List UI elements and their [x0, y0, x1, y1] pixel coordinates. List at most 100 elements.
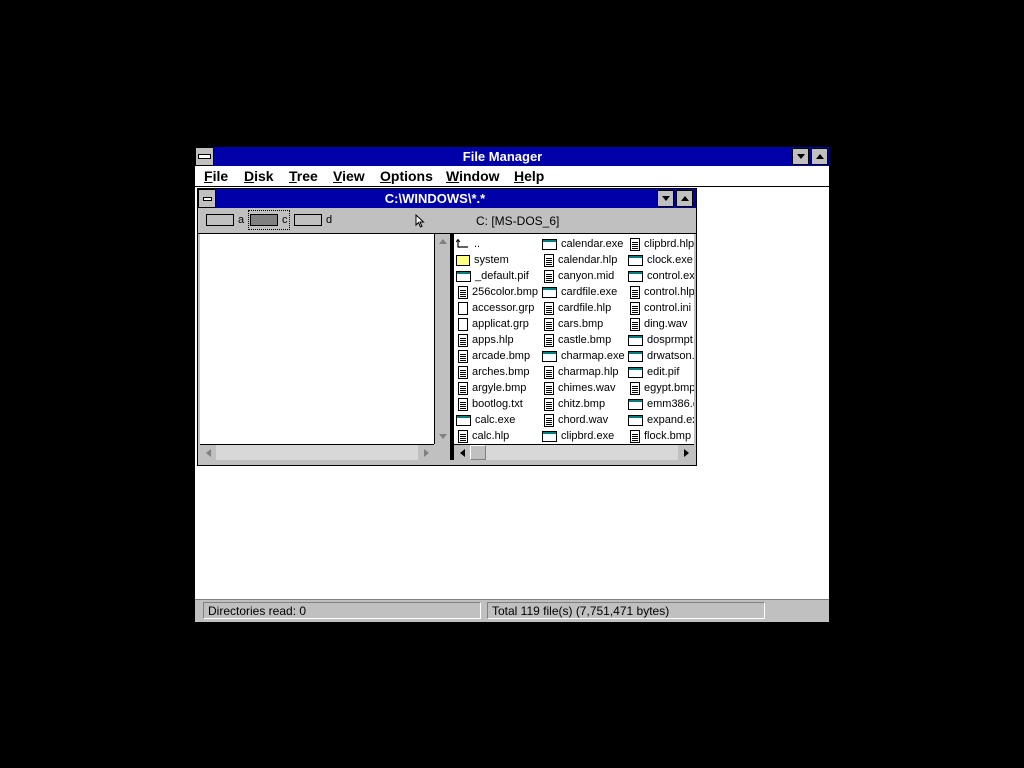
drive-letter: d	[326, 214, 333, 226]
file-name: 256color.bmp	[472, 286, 539, 298]
file-list-item[interactable]: calc.hlp	[456, 428, 509, 444]
menu-disk[interactable]: Disk	[244, 166, 274, 186]
file-list-item[interactable]: cardfile.hlp	[542, 300, 611, 316]
drive-bar: a c d C: [MS-DOS_6]	[198, 209, 696, 234]
tree-scroll-left-button[interactable]	[200, 445, 216, 460]
program-file-icon	[628, 414, 643, 426]
maximize-button[interactable]	[811, 148, 828, 165]
file-list-item[interactable]: canyon.mid	[542, 268, 614, 284]
document-file-icon	[458, 381, 468, 395]
files-scroll-left-button[interactable]	[454, 445, 470, 460]
file-list-item[interactable]: castle.bmp	[542, 332, 611, 348]
minimize-arrow-icon	[796, 154, 805, 159]
file-list-item[interactable]: chord.wav	[542, 412, 608, 428]
file-list-item[interactable]: charmap.hlp	[542, 364, 619, 380]
file-list-item[interactable]: arches.bmp	[456, 364, 529, 380]
file-list-item[interactable]: cars.bmp	[542, 316, 603, 332]
file-list-item[interactable]: cardfile.exe	[542, 284, 617, 300]
file-manager-window: File Manager File Disk Tree View Options…	[194, 146, 830, 622]
document-file-icon	[630, 285, 640, 299]
file-list-item[interactable]: calendar.exe	[542, 236, 623, 252]
file-list-item[interactable]: ..	[455, 236, 480, 252]
file-list-item[interactable]: bootlog.txt	[456, 396, 523, 412]
document-file-icon	[544, 381, 554, 395]
file-list-item[interactable]: egypt.bmp	[628, 380, 694, 396]
tree-scroll-up-button[interactable]	[435, 234, 451, 249]
file-list-item[interactable]: clipbrd.exe	[542, 428, 614, 444]
document-file-icon	[458, 285, 468, 299]
file-list-item[interactable]: dosprmpt.	[628, 332, 694, 348]
tree-horizontal-scrollbar[interactable]	[200, 444, 434, 460]
file-list-pane[interactable]: .. system _default.pif 256color.bmp accessor…	[454, 234, 694, 444]
file-list-item[interactable]: arcade.bmp	[456, 348, 530, 364]
directory-title-bar[interactable]: C:\WINDOWS\*.*	[198, 189, 696, 208]
document-file-icon	[630, 429, 640, 443]
file-list-item[interactable]: ding.wav	[628, 316, 687, 332]
file-list-item[interactable]: clock.exe	[628, 252, 693, 268]
minimize-button[interactable]	[792, 148, 809, 165]
system-menu-button[interactable]	[195, 147, 214, 166]
file-name: argyle.bmp	[472, 382, 527, 394]
drive-c[interactable]: c	[248, 210, 290, 230]
file-list-item[interactable]: charmap.exe	[542, 348, 625, 364]
file-list-item[interactable]: argyle.bmp	[456, 380, 526, 396]
program-file-icon	[628, 270, 643, 282]
file-list-item[interactable]: control.ini	[628, 300, 691, 316]
file-list-item[interactable]: system	[456, 252, 509, 268]
file-list-item[interactable]: calendar.hlp	[542, 252, 617, 268]
document-file-icon	[630, 381, 640, 395]
file-name: accessor.grp	[472, 302, 535, 314]
file-name: applicat.grp	[472, 318, 529, 330]
file-list-item[interactable]: 256color.bmp	[456, 284, 538, 300]
menu-file[interactable]: File	[204, 166, 228, 186]
menu-help[interactable]: Help	[514, 166, 544, 186]
file-name: system	[474, 254, 509, 266]
menu-window[interactable]: Window	[446, 166, 500, 186]
drive-letter: a	[238, 214, 245, 226]
document-file-icon	[544, 365, 554, 379]
file-list-item[interactable]: calc.exe	[456, 412, 515, 428]
menu-bar: File Disk Tree View Options Window Help	[195, 166, 829, 187]
document-file-icon	[544, 317, 554, 331]
files-horizontal-scrollbar[interactable]	[454, 444, 694, 460]
menu-options[interactable]: Options	[380, 166, 433, 186]
file-name: egypt.bmp	[644, 382, 694, 394]
menu-view[interactable]: View	[333, 166, 365, 186]
program-file-icon	[542, 238, 557, 250]
drive-a[interactable]: a	[206, 212, 244, 228]
child-maximize-button[interactable]	[676, 190, 693, 207]
file-list-item[interactable]: control.exe	[628, 268, 694, 284]
menu-tree[interactable]: Tree	[289, 166, 318, 186]
document-file-icon	[630, 317, 640, 331]
file-list-item[interactable]: flock.bmp	[628, 428, 691, 444]
document-file-icon	[630, 237, 640, 251]
child-minimize-button[interactable]	[657, 190, 674, 207]
file-name: clock.exe	[647, 254, 693, 266]
files-scroll-thumb[interactable]	[470, 445, 486, 460]
tree-scroll-down-button[interactable]	[435, 429, 451, 444]
file-list-item[interactable]: apps.hlp	[456, 332, 514, 348]
file-name: chimes.wav	[558, 382, 616, 394]
file-list-item[interactable]: expand.ex	[628, 412, 694, 428]
file-list-item[interactable]: _default.pif	[456, 268, 529, 284]
file-list-item[interactable]: accessor.grp	[456, 300, 534, 316]
tree-scroll-right-button[interactable]	[418, 445, 434, 460]
file-list-item[interactable]: edit.pif	[628, 364, 679, 380]
file-list-item[interactable]: clipbrd.hlp	[628, 236, 694, 252]
file-name: charmap.hlp	[558, 366, 619, 378]
file-list-item[interactable]: chimes.wav	[542, 380, 615, 396]
status-total-files: Total 119 file(s) (7,751,471 bytes)	[487, 602, 765, 619]
directory-tree-pane[interactable]	[200, 234, 435, 444]
files-scroll-right-button[interactable]	[678, 445, 694, 460]
drive-d[interactable]: d	[294, 212, 332, 228]
file-list-item[interactable]: control.hlp	[628, 284, 694, 300]
file-list-item[interactable]: applicat.grp	[456, 316, 529, 332]
scroll-right-arrow-icon	[683, 448, 689, 457]
file-list-item[interactable]: drwatson.	[628, 348, 694, 364]
program-file-icon	[456, 270, 471, 282]
file-list-item[interactable]: emm386.e	[628, 396, 694, 412]
child-system-menu-button[interactable]	[198, 189, 216, 208]
title-bar[interactable]: File Manager	[195, 147, 829, 166]
file-list-item[interactable]: chitz.bmp	[542, 396, 605, 412]
tree-vertical-scrollbar[interactable]	[434, 234, 451, 444]
